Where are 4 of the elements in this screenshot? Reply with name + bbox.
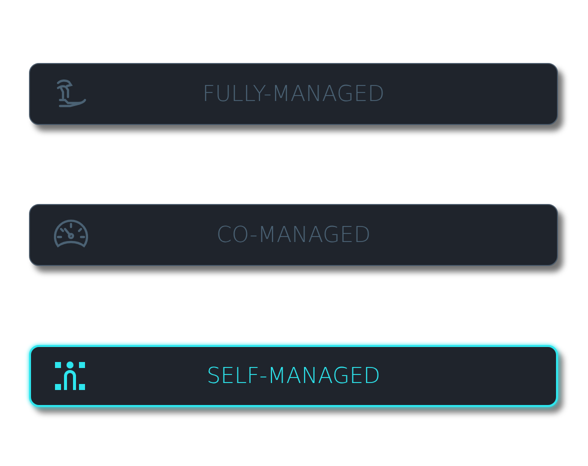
person-icon (53, 360, 87, 392)
option-button[interactable]: SELF-MANAGED (29, 345, 558, 407)
option-button[interactable]: CO-MANAGED (29, 204, 558, 266)
option-button[interactable]: FULLY-MANAGED (29, 63, 558, 125)
